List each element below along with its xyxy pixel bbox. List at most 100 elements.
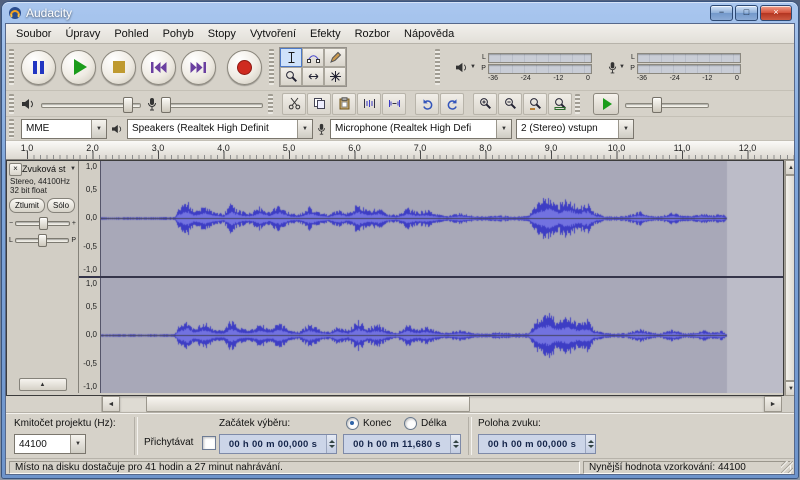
minimize-button[interactable]: − — [710, 5, 733, 21]
play-button[interactable] — [61, 50, 96, 85]
track-menu-button[interactable]: Zvuková st ▼ — [22, 163, 76, 175]
maximize-button[interactable]: □ — [735, 5, 758, 21]
titlebar[interactable]: Audacity − □ × — [2, 2, 798, 23]
dropdown-arrow-icon[interactable]: ▼ — [297, 120, 312, 138]
mixer-toolbar-grabber[interactable] — [9, 94, 14, 114]
selection-end-field[interactable]: 00 h 00 m 11,680 s — [343, 434, 461, 454]
zoom-out-button[interactable] — [498, 93, 522, 115]
waveform-canvas[interactable] — [101, 278, 783, 393]
timeline-ruler[interactable]: 1,0 2,0 3,0 4,0 5,0 6,0 7,0 8,0 9,0 10,0… — [6, 141, 794, 160]
cut-button[interactable] — [282, 93, 306, 115]
track-close-button[interactable]: × — [9, 163, 22, 176]
input-channels-select[interactable]: 2 (Stereo) vstupn ▼ — [516, 119, 634, 139]
vertical-scrollbar-thumb[interactable] — [785, 175, 795, 381]
dropdown-arrow-icon[interactable]: ▼ — [70, 435, 85, 453]
draw-tool-button[interactable] — [324, 48, 346, 67]
scroll-left-button[interactable]: ◄ — [102, 396, 120, 412]
audio-position-field[interactable]: 00 h 00 m 00,000 s — [478, 434, 596, 454]
pan-slider[interactable]: L P — [9, 233, 76, 247]
menu-rozbor[interactable]: Rozbor — [348, 26, 397, 42]
menu-upravy[interactable]: Úpravy — [58, 26, 107, 42]
menu-soubor[interactable]: Soubor — [9, 26, 58, 42]
multi-tool-button[interactable] — [324, 67, 346, 86]
snap-checkbox[interactable] — [202, 436, 216, 450]
paste-button[interactable] — [332, 93, 356, 115]
envelope-tool-button[interactable] — [302, 48, 324, 67]
playback-meter-dropdown-icon[interactable]: ▼ — [470, 64, 476, 70]
pan-thumb[interactable] — [38, 234, 47, 247]
playback-meter[interactable]: ▼ L P -36-24-120 — [451, 51, 596, 84]
play-at-speed-button[interactable] — [593, 93, 619, 115]
spinner-icon[interactable] — [450, 435, 460, 453]
end-radio[interactable] — [346, 417, 359, 430]
timeshift-tool-button[interactable] — [302, 67, 324, 86]
device-toolbar-grabber[interactable] — [9, 119, 14, 137]
menu-efekty[interactable]: Efekty — [303, 26, 348, 42]
play-speed-slider[interactable] — [623, 95, 711, 113]
meter-toolbar-grabber[interactable] — [435, 49, 440, 86]
input-volume-thumb[interactable] — [161, 97, 171, 113]
output-device-select[interactable]: Speakers (Realtek High Definit ▼ — [127, 119, 313, 139]
stop-button[interactable] — [101, 50, 136, 85]
copy-button[interactable] — [307, 93, 331, 115]
menu-napoveda[interactable]: Nápověda — [397, 26, 461, 42]
gain-slider[interactable]: − + — [9, 216, 76, 230]
scroll-right-button[interactable]: ► — [764, 396, 782, 412]
spinner-icon[interactable] — [326, 435, 336, 453]
pause-button[interactable] — [21, 50, 56, 85]
close-button[interactable]: × — [760, 5, 792, 21]
silence-button[interactable] — [382, 93, 406, 115]
scroll-up-button[interactable]: ▲ — [785, 160, 795, 175]
recording-meter[interactable]: ▼ L P -36-24-120 — [604, 51, 745, 84]
menu-pohyb[interactable]: Pohyb — [156, 26, 201, 42]
tools-toolbar-grabber[interactable] — [269, 49, 274, 86]
undo-button[interactable] — [415, 93, 439, 115]
vertical-ruler-right-channel[interactable]: 1,0 0,5 0,0 -0,5 -1,0 — [79, 278, 101, 393]
redo-button[interactable] — [440, 93, 464, 115]
transport-toolbar-grabber[interactable] — [9, 49, 14, 86]
trim-outside-button[interactable] — [357, 93, 381, 115]
fit-selection-button[interactable] — [523, 93, 547, 115]
output-volume-thumb[interactable] — [123, 97, 133, 113]
selection-start-field[interactable]: 00 h 00 m 00,000 s — [219, 434, 337, 454]
vertical-ruler-left-channel[interactable]: 1,0 0,5 0,0 -0,5 -1,0 — [79, 161, 101, 276]
length-radio[interactable] — [404, 417, 417, 430]
scroll-down-button[interactable]: ▼ — [785, 381, 795, 396]
gain-thumb[interactable] — [39, 217, 48, 230]
horizontal-scrollbar[interactable]: ◄ ► — [6, 396, 794, 413]
spinner-icon[interactable] — [585, 435, 595, 453]
length-radio-option[interactable]: Délka — [404, 417, 447, 430]
horizontal-scrollbar-thumb[interactable] — [146, 396, 470, 412]
recording-meter-dropdown-icon[interactable]: ▼ — [619, 64, 625, 70]
play-speed-thumb[interactable] — [652, 97, 662, 113]
skip-to-start-button[interactable] — [141, 50, 176, 85]
end-radio-option[interactable]: Konec — [346, 417, 391, 430]
audio-host-select[interactable]: MME ▼ — [21, 119, 107, 139]
menu-vytvoreni[interactable]: Vytvoření — [243, 26, 303, 42]
vertical-scrollbar[interactable]: ▲ ▼ — [784, 160, 795, 396]
skip-to-end-button[interactable] — [181, 50, 216, 85]
window-title: Audacity — [26, 6, 72, 20]
resize-grip[interactable] — [781, 461, 793, 473]
input-volume-slider[interactable] — [161, 95, 265, 113]
input-device-select[interactable]: Microphone (Realtek High Defi ▼ — [330, 119, 512, 139]
menu-pohled[interactable]: Pohled — [107, 26, 155, 42]
selection-tool-button[interactable] — [280, 48, 302, 67]
dropdown-arrow-icon[interactable]: ▼ — [496, 120, 511, 138]
record-button[interactable] — [227, 50, 262, 85]
dropdown-arrow-icon[interactable]: ▼ — [91, 120, 106, 138]
output-volume-slider[interactable] — [39, 95, 143, 113]
menu-stopy[interactable]: Stopy — [201, 26, 243, 42]
fit-project-button[interactable] — [548, 93, 572, 115]
edit-toolbar-grabber[interactable] — [268, 94, 273, 114]
track-collapse-button[interactable]: ▲ — [19, 378, 67, 391]
transcription-toolbar-grabber[interactable] — [575, 94, 580, 114]
dropdown-arrow-icon[interactable]: ▼ — [618, 120, 633, 138]
mute-button[interactable]: Ztlumit — [9, 198, 45, 213]
horizontal-scrollbar-track[interactable] — [120, 396, 764, 412]
solo-button[interactable]: Sólo — [47, 198, 75, 213]
zoom-tool-button[interactable] — [280, 67, 302, 86]
zoom-in-button[interactable] — [473, 93, 497, 115]
project-rate-select[interactable]: 44100 ▼ — [14, 434, 86, 454]
waveform-canvas[interactable] — [101, 161, 783, 276]
